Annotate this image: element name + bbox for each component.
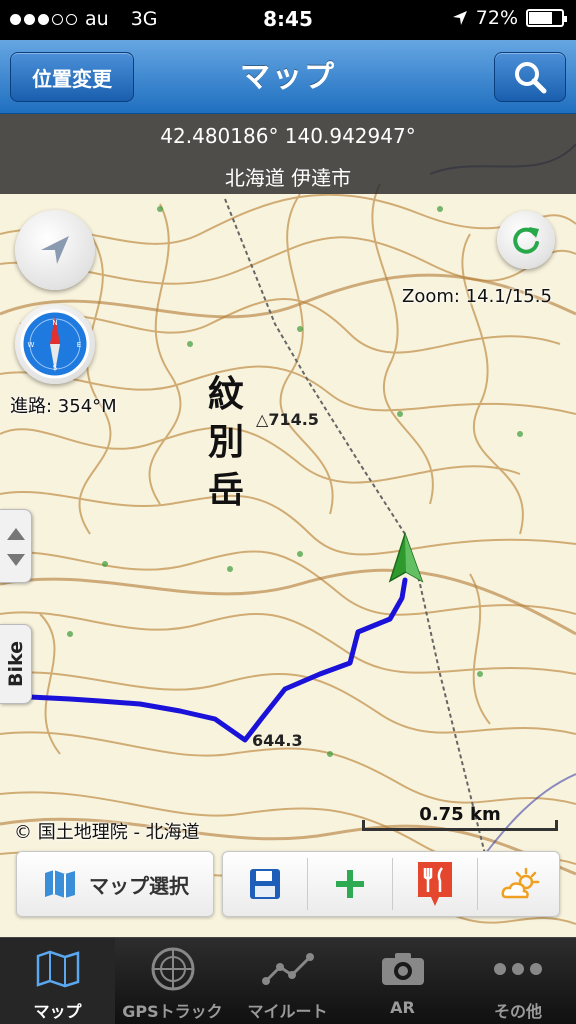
weather-icon (501, 867, 539, 899)
save-icon (250, 869, 280, 899)
location-arrow-icon (452, 11, 467, 25)
status-bar: au 3G 8:45 72% (0, 0, 576, 40)
compass-button[interactable]: N W E S (15, 304, 95, 384)
route-icon (261, 953, 314, 985)
up-down-arrows-icon (7, 528, 25, 566)
compass-icon: N W E S (20, 309, 90, 379)
svg-text:W: W (28, 341, 35, 349)
heading-label: 進路: 354°M (10, 396, 117, 417)
camera-icon (381, 953, 424, 985)
battery-icon (526, 9, 567, 27)
low-elevation-label: 644.3 (252, 731, 303, 750)
nav-bar: 位置変更 マップ (0, 40, 576, 114)
map-icon (45, 870, 75, 898)
refresh-button[interactable] (497, 211, 555, 269)
coordinates-label: 42.480186° 140.942947° (160, 124, 416, 148)
toolbar-actions (222, 851, 560, 917)
peak-triangle-icon: △ (256, 410, 269, 429)
tab-label: GPSトラック (122, 1002, 223, 1021)
current-location-button[interactable] (15, 210, 95, 290)
coordinate-bar: 42.480186° 140.942947° 北海道 伊達市 (0, 114, 576, 194)
tab-more[interactable]: その他 (460, 938, 576, 1024)
page-title: マップ (240, 60, 336, 95)
peak-elevation-label: △714.5 (256, 410, 319, 429)
tab-label: その他 (493, 1002, 542, 1021)
tab-map[interactable]: マップ (0, 938, 115, 1024)
bike-label: Bike (5, 640, 27, 687)
search-button[interactable] (494, 52, 566, 102)
battery-percent: 72% (475, 7, 518, 29)
status-right: 72% (452, 7, 567, 29)
refresh-icon (513, 227, 539, 254)
tab-ar[interactable]: AR (345, 938, 460, 1024)
add-button[interactable] (308, 852, 392, 916)
place-label: 北海道 伊達市 (224, 166, 352, 190)
side-scroll-tab[interactable] (0, 509, 32, 583)
svg-text:E: E (77, 341, 81, 349)
add-icon (336, 870, 364, 898)
save-button[interactable] (223, 852, 307, 916)
copyright-label: © 国土地理院 - 北海道 (14, 822, 200, 843)
tab-bar: マップ GPSトラック マイルート AR その他 (0, 937, 576, 1024)
navigation-arrow-icon (41, 236, 69, 264)
tab-my-route[interactable]: マイルート (230, 938, 345, 1024)
map-icon (36, 950, 79, 988)
tab-label: マップ (33, 1002, 82, 1021)
restaurant-button[interactable] (393, 852, 477, 916)
map-select-button[interactable]: マップ選択 (16, 851, 214, 917)
svg-text:S: S (53, 364, 58, 372)
bike-mode-tab[interactable]: Bike (0, 624, 32, 704)
tab-gps-track[interactable]: GPSトラック (115, 938, 230, 1024)
restaurant-icon (418, 862, 452, 906)
scale-bar: 0.75 km (362, 804, 558, 834)
mountain-name: 紋 別 岳 (208, 373, 245, 511)
map-view[interactable]: 42.480186° 140.942947° 北海道 伊達市 N W E S 進… (0, 114, 576, 937)
tab-label: AR (390, 998, 415, 1017)
scale-label: 0.75 km (419, 804, 501, 825)
zoom-label: Zoom: 14.1/15.5 (402, 286, 552, 307)
map-select-label: マップ選択 (89, 873, 189, 898)
more-icon (494, 963, 542, 975)
tab-label: マイルート (247, 1002, 328, 1021)
weather-button[interactable] (478, 852, 561, 916)
search-icon (515, 62, 547, 94)
svg-text:N: N (52, 319, 57, 327)
radar-icon (151, 947, 194, 991)
